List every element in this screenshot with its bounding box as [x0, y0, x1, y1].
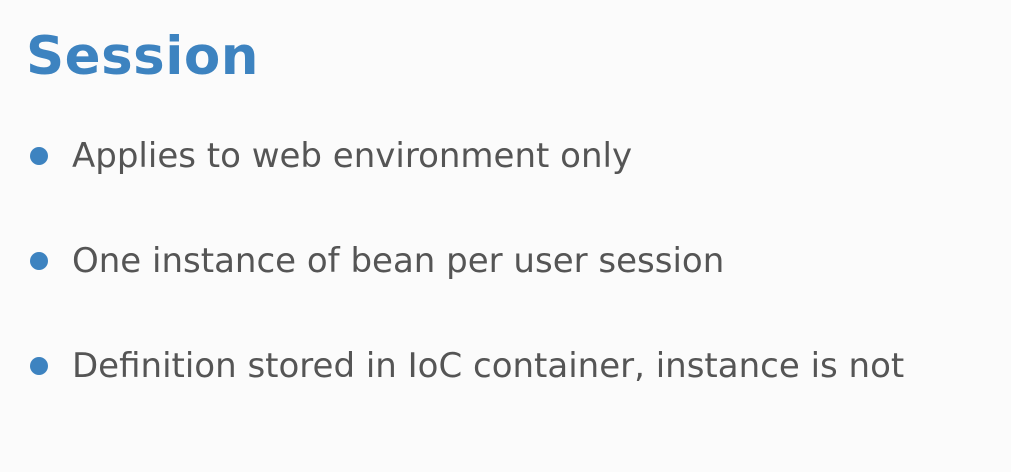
slide: Session Applies to web environment only … — [0, 0, 1011, 472]
slide-title: Session — [26, 26, 260, 87]
bullet-dot-icon — [30, 147, 48, 165]
bullet-item: Definition stored in IoC container, inst… — [30, 337, 904, 442]
bullet-text: Applies to web environment only — [72, 136, 633, 176]
bullet-item: Applies to web environment only — [30, 127, 904, 232]
bullet-list: Applies to web environment only One inst… — [30, 127, 904, 442]
bullet-item: One instance of bean per user session — [30, 232, 904, 337]
bullet-text: Definition stored in IoC container, inst… — [72, 346, 905, 386]
bullet-dot-icon — [30, 357, 48, 375]
bullet-text: One instance of bean per user session — [72, 241, 725, 281]
bullet-dot-icon — [30, 252, 48, 270]
